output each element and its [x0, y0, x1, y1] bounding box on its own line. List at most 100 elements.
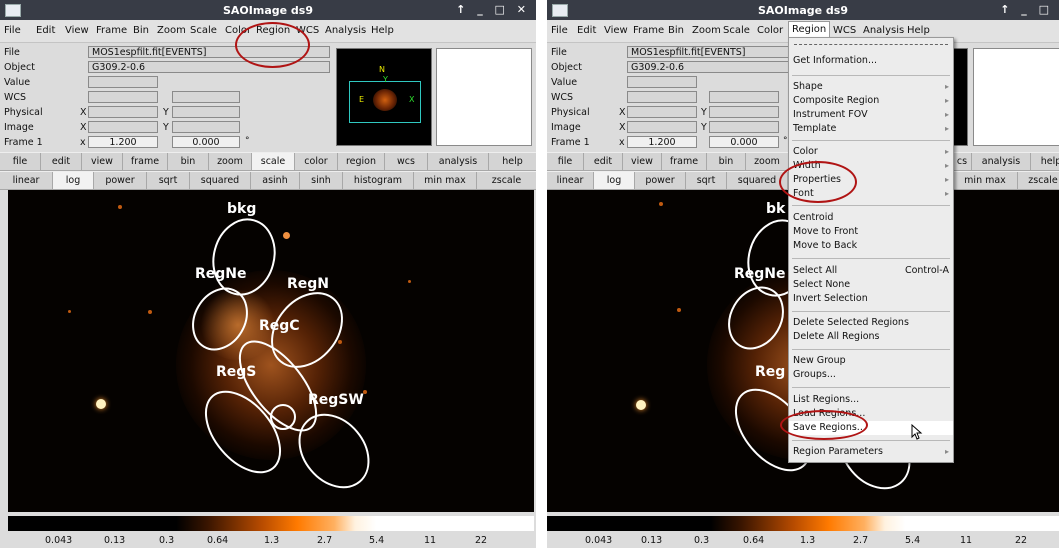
button-histogram[interactable]: histogram: [343, 172, 414, 189]
menu-help[interactable]: Help: [371, 25, 394, 36]
button-linear[interactable]: linear: [0, 172, 53, 189]
button-sqrt[interactable]: sqrt: [686, 172, 727, 189]
menu-item-label: Invert Selection: [793, 293, 868, 304]
menu-zoom[interactable]: Zoom: [157, 25, 186, 36]
button-linear[interactable]: linear: [547, 172, 594, 189]
menu-item-groups[interactable]: Groups...: [789, 368, 953, 382]
colorbar-tick: 11: [424, 535, 437, 546]
menu-item-composite-region[interactable]: Composite Region ▸: [789, 94, 953, 108]
region-regsw-left[interactable]: [191, 378, 294, 486]
button-help[interactable]: help: [1031, 153, 1059, 170]
menu-frame[interactable]: Frame: [633, 25, 664, 36]
button-edit[interactable]: edit: [41, 153, 82, 170]
menu-item-delete-all[interactable]: Delete All Regions: [789, 330, 953, 344]
button-sqrt[interactable]: sqrt: [147, 172, 190, 189]
compass-y-label: Y: [383, 75, 388, 84]
button-minmax[interactable]: min max: [414, 172, 477, 189]
menu-item-centroid[interactable]: Centroid: [789, 211, 953, 225]
menu-item-color[interactable]: Color ▸: [789, 145, 953, 159]
menu-item-region-parameters[interactable]: Region Parameters ▸: [789, 445, 953, 459]
region-regne[interactable]: [182, 279, 257, 359]
menu-item-get-information[interactable]: Get Information...: [789, 54, 953, 68]
menu-edit[interactable]: Edit: [36, 25, 55, 36]
menu-help[interactable]: Help: [907, 25, 930, 36]
button-power[interactable]: power: [635, 172, 686, 189]
menu-scale[interactable]: Scale: [190, 25, 217, 36]
menu-region[interactable]: Region: [788, 21, 831, 38]
menu-view[interactable]: View: [65, 25, 89, 36]
menu-item-move-to-front[interactable]: Move to Front: [789, 225, 953, 239]
menu-analysis[interactable]: Analysis: [863, 25, 904, 36]
button-analysis[interactable]: analysis: [972, 153, 1031, 170]
button-view[interactable]: view: [623, 153, 662, 170]
button-analysis[interactable]: analysis: [428, 153, 489, 170]
region-regs[interactable]: [226, 329, 331, 443]
menu-color[interactable]: Color: [757, 25, 783, 36]
image-y-field: [709, 121, 779, 133]
menu-item-move-to-back[interactable]: Move to Back: [789, 239, 953, 253]
region-regsw[interactable]: [285, 401, 382, 501]
menu-bin[interactable]: Bin: [133, 25, 149, 36]
region-regne[interactable]: [718, 278, 793, 358]
menu-edit[interactable]: Edit: [577, 25, 596, 36]
button-frame[interactable]: frame: [662, 153, 707, 170]
panner[interactable]: N E X Y: [336, 48, 432, 146]
button-zscale[interactable]: zscale: [1018, 172, 1059, 189]
button-squared[interactable]: squared: [190, 172, 251, 189]
colorbar[interactable]: [547, 516, 1059, 531]
region-bkg[interactable]: [205, 213, 283, 302]
window-controls[interactable]: ↑ _ □ ✕: [456, 3, 530, 16]
button-zoom[interactable]: zoom: [746, 153, 789, 170]
button-zscale[interactable]: zscale: [477, 172, 536, 189]
button-wcs[interactable]: wcs: [385, 153, 428, 170]
menu-file[interactable]: File: [4, 25, 21, 36]
button-file[interactable]: file: [547, 153, 584, 170]
button-log[interactable]: log: [53, 172, 94, 189]
button-color[interactable]: color: [295, 153, 338, 170]
menu-scale[interactable]: Scale: [723, 25, 750, 36]
menu-item-list-regions[interactable]: List Regions...: [789, 393, 953, 407]
menu-wcs[interactable]: WCS: [833, 25, 856, 36]
button-view[interactable]: view: [82, 153, 123, 170]
menu-analysis[interactable]: Analysis: [325, 25, 366, 36]
button-help[interactable]: help: [489, 153, 536, 170]
button-edit[interactable]: edit: [584, 153, 623, 170]
menu-item-label: Delete All Regions: [793, 331, 880, 342]
button-zoom[interactable]: zoom: [209, 153, 252, 170]
file-label: File: [551, 47, 567, 58]
menu-file[interactable]: File: [551, 25, 568, 36]
menu-item-new-group[interactable]: New Group: [789, 354, 953, 368]
mouse-cursor-icon: [911, 424, 923, 440]
button-minmax[interactable]: min max: [953, 172, 1018, 189]
menu-bin[interactable]: Bin: [668, 25, 684, 36]
menu-view[interactable]: View: [604, 25, 628, 36]
menu-item-instrument-fov[interactable]: Instrument FOV ▸: [789, 108, 953, 122]
menu-zoom[interactable]: Zoom: [692, 25, 721, 36]
image-display[interactable]: bkg RegNe RegN RegC RegS RegSW: [8, 190, 534, 512]
button-scale[interactable]: scale: [252, 153, 295, 170]
button-sinh[interactable]: sinh: [300, 172, 343, 189]
menu-item-select-none[interactable]: Select None: [789, 278, 953, 292]
menu-separator: [792, 258, 950, 259]
menu-item-delete-selected[interactable]: Delete Selected Regions: [789, 316, 953, 330]
compass-n-label: N: [379, 65, 385, 74]
menu-item-invert-selection[interactable]: Invert Selection: [789, 292, 953, 306]
button-region[interactable]: region: [338, 153, 385, 170]
button-asinh[interactable]: asinh: [251, 172, 300, 189]
button-bin[interactable]: bin: [168, 153, 209, 170]
physical-y-field: [709, 106, 779, 118]
window-controls[interactable]: ↑ _ □: [1000, 3, 1053, 16]
button-power[interactable]: power: [94, 172, 147, 189]
button-log[interactable]: log: [594, 172, 635, 189]
colorbar[interactable]: [8, 516, 534, 531]
menu-item-shape[interactable]: Shape ▸: [789, 80, 953, 94]
button-file[interactable]: file: [0, 153, 41, 170]
menu-item-select-all[interactable]: Select All Control-A: [789, 264, 953, 278]
button-wcs[interactable]: cs: [953, 153, 972, 170]
menu-item-template[interactable]: Template ▸: [789, 122, 953, 136]
button-frame[interactable]: frame: [123, 153, 168, 170]
region-overlay[interactable]: bkg RegNe RegN RegC RegS RegSW: [8, 190, 534, 512]
button-bin[interactable]: bin: [707, 153, 746, 170]
menu-tearoff[interactable]: [794, 44, 948, 45]
menu-frame[interactable]: Frame: [96, 25, 127, 36]
